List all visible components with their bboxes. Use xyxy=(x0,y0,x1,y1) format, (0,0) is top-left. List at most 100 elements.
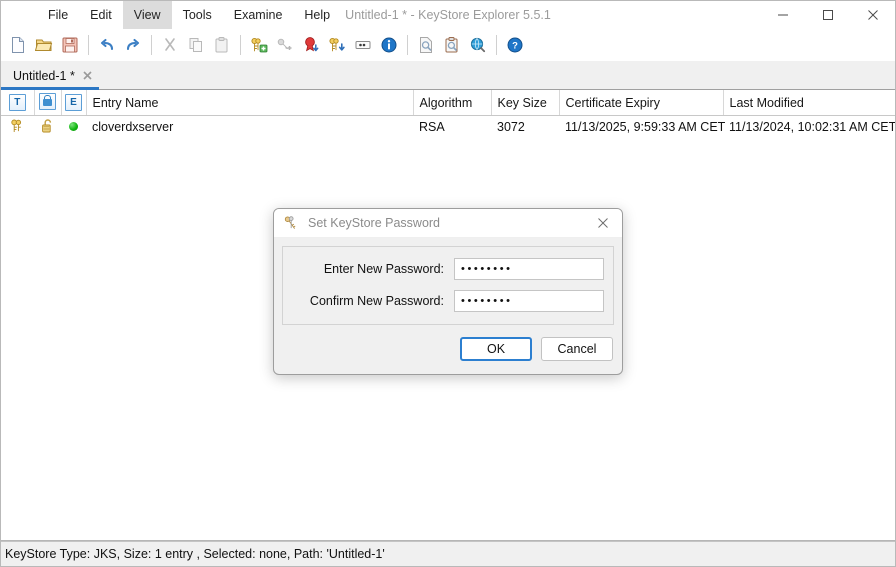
confirm-new-password-input[interactable]: •••••••• xyxy=(454,290,604,312)
toolbar-separator xyxy=(407,35,408,55)
plus-badge xyxy=(260,45,267,52)
new-file-icon xyxy=(9,36,27,54)
ok-button[interactable]: OK xyxy=(460,337,532,361)
import-trusted-certificate-button[interactable] xyxy=(298,32,324,58)
generate-key-pair-button[interactable] xyxy=(246,32,272,58)
column-header-certificate-expiry[interactable]: Certificate Expiry xyxy=(559,90,723,116)
confirm-new-password-label: Confirm New Password: xyxy=(292,294,454,308)
paste-button[interactable] xyxy=(209,32,235,58)
menu-file[interactable]: File xyxy=(37,1,79,29)
generate-secret-key-button[interactable] xyxy=(272,32,298,58)
import-trusted-certificate-icon xyxy=(302,36,320,54)
set-keystore-password-dialog: Set KeyStore Password Enter New Password… xyxy=(273,208,623,375)
generate-secret-key-icon xyxy=(276,36,294,54)
enter-new-password-row: Enter New Password: •••••••• xyxy=(292,258,604,280)
maximize-icon xyxy=(822,9,834,21)
cut-button[interactable] xyxy=(157,32,183,58)
redo-button[interactable] xyxy=(120,32,146,58)
copy-button[interactable] xyxy=(183,32,209,58)
column-header-key-size[interactable]: Key Size xyxy=(491,90,559,116)
status-bar: KeyStore Type: JKS, Size: 1 entry , Sele… xyxy=(1,541,895,566)
title-bar: Untitled-1 * - KeyStore Explorer 5.5.1 F… xyxy=(1,1,895,29)
cell-algorithm: RSA xyxy=(413,116,491,139)
column-header-lock[interactable] xyxy=(34,90,61,116)
examine-clipboard-button[interactable] xyxy=(439,32,465,58)
dialog-close-button[interactable] xyxy=(586,210,620,237)
new-keystore-button[interactable] xyxy=(5,32,31,58)
table-header-row: T E Entry Name Algorithm Key Size Certif… xyxy=(1,90,895,116)
examine-ssl-icon xyxy=(469,36,487,54)
column-header-type[interactable]: T xyxy=(1,90,34,116)
cell-key-size: 3072 xyxy=(491,116,559,139)
status-text: KeyStore Type: JKS, Size: 1 entry , Sele… xyxy=(5,547,385,561)
menu-examine[interactable]: Examine xyxy=(223,1,294,29)
maximize-button[interactable] xyxy=(805,1,850,29)
help-icon: ? xyxy=(506,36,524,54)
toolbar-separator xyxy=(151,35,152,55)
open-folder-icon xyxy=(35,36,53,54)
cut-scissors-icon xyxy=(161,36,179,54)
undo-arrow-icon xyxy=(98,36,116,54)
cell-certificate-expiry: 11/13/2025, 9:59:33 AM CET xyxy=(559,116,723,139)
close-button[interactable] xyxy=(850,1,895,29)
undo-button[interactable] xyxy=(94,32,120,58)
menu-help[interactable]: Help xyxy=(293,1,341,29)
entry-type-icon: T xyxy=(9,94,26,111)
redo-arrow-icon xyxy=(124,36,142,54)
close-icon xyxy=(83,71,92,80)
window-controls xyxy=(760,1,895,29)
dialog-body: Enter New Password: •••••••• Confirm New… xyxy=(274,238,622,325)
save-disk-icon xyxy=(61,36,79,54)
enter-new-password-label: Enter New Password: xyxy=(292,262,454,276)
keystore-properties-button[interactable] xyxy=(376,32,402,58)
tab-close-icon[interactable] xyxy=(82,70,93,81)
toolbar-separator xyxy=(240,35,241,55)
dialog-title-bar: Set KeyStore Password xyxy=(274,209,622,238)
menu-bar: File Edit View Tools Examine Help xyxy=(1,1,341,29)
import-key-pair-icon xyxy=(328,36,346,54)
tab-untitled-1[interactable]: Untitled-1 * xyxy=(1,62,99,89)
column-header-entry-name[interactable]: Entry Name xyxy=(86,90,413,116)
key-pair-icon xyxy=(10,118,26,134)
column-header-expiry[interactable]: E xyxy=(61,90,86,116)
cell-entry-name: cloverdxserver xyxy=(86,116,413,139)
cancel-button[interactable]: Cancel xyxy=(541,337,613,361)
green-status-dot xyxy=(69,122,78,131)
examine-ssl-button[interactable] xyxy=(465,32,491,58)
minimize-button[interactable] xyxy=(760,1,805,29)
svg-text:?: ? xyxy=(512,41,518,52)
import-key-pair-button[interactable] xyxy=(324,32,350,58)
cell-entry-type xyxy=(1,116,34,139)
plus-badge xyxy=(288,46,292,50)
help-button[interactable]: ? xyxy=(502,32,528,58)
application-window: Untitled-1 * - KeyStore Explorer 5.5.1 F… xyxy=(0,0,896,567)
menu-view[interactable]: View xyxy=(123,1,172,29)
lock-status-icon xyxy=(39,93,56,110)
paste-clipboard-icon xyxy=(213,36,231,54)
confirm-new-password-row: Confirm New Password: •••••••• xyxy=(292,290,604,312)
toolbar-separator xyxy=(496,35,497,55)
keys-icon xyxy=(283,215,299,231)
enter-new-password-input[interactable]: •••••••• xyxy=(454,258,604,280)
open-keystore-button[interactable] xyxy=(31,32,57,58)
tab-strip: Untitled-1 * xyxy=(1,61,895,90)
cell-lock-status xyxy=(34,116,61,139)
table-row[interactable]: cloverdxserver RSA 3072 11/13/2025, 9:59… xyxy=(1,116,895,139)
menu-tools[interactable]: Tools xyxy=(172,1,223,29)
column-header-algorithm[interactable]: Algorithm xyxy=(413,90,491,116)
examine-clipboard-icon xyxy=(443,36,461,54)
tab-label: Untitled-1 * xyxy=(13,69,75,83)
examine-file-button[interactable] xyxy=(413,32,439,58)
set-password-icon xyxy=(354,36,372,54)
password-field-group: Enter New Password: •••••••• Confirm New… xyxy=(282,246,614,325)
save-keystore-button[interactable] xyxy=(57,32,83,58)
dialog-title: Set KeyStore Password xyxy=(308,216,440,230)
column-header-last-modified[interactable]: Last Modified xyxy=(723,90,895,116)
menu-edit[interactable]: Edit xyxy=(79,1,123,29)
set-password-button[interactable] xyxy=(350,32,376,58)
toolbar-separator xyxy=(88,35,89,55)
copy-icon xyxy=(187,36,205,54)
close-icon xyxy=(867,9,879,21)
expiry-status-icon: E xyxy=(65,94,82,111)
cell-expiry-status xyxy=(61,116,86,139)
